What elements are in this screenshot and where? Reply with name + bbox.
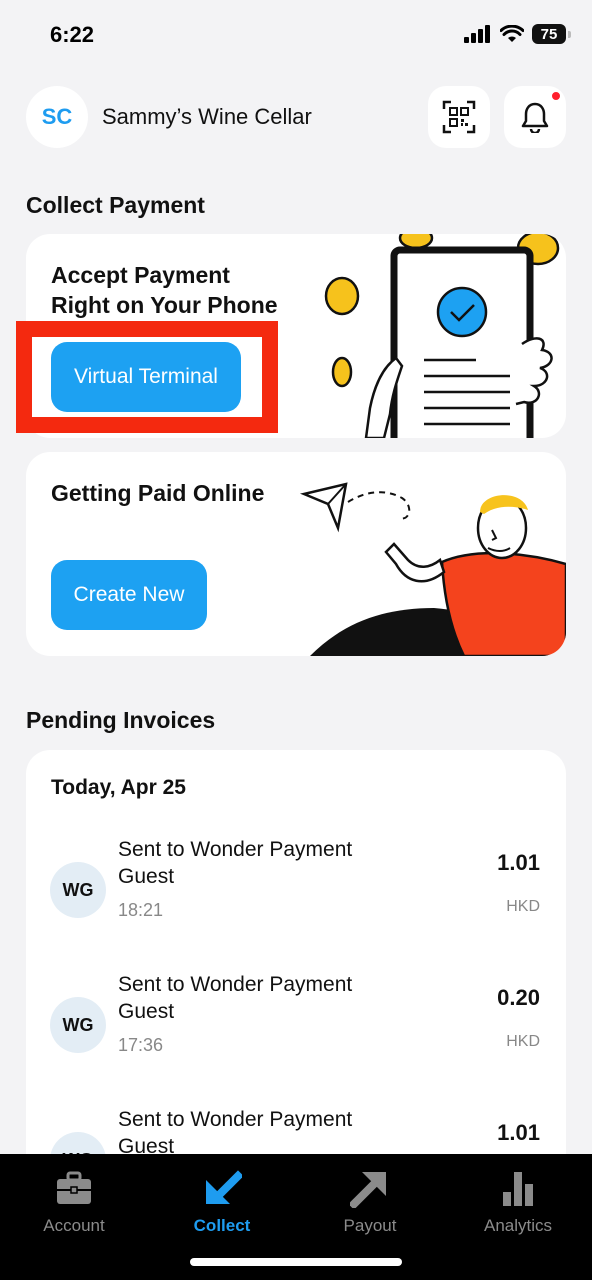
invoice-amount: 0.20 <box>497 985 540 1010</box>
invoice-desc-line2: Guest <box>118 865 175 888</box>
tab-collect[interactable]: Collect <box>148 1168 296 1248</box>
invoice-desc-line2: Guest <box>118 1000 175 1023</box>
tab-account[interactable]: Account <box>0 1168 148 1248</box>
pending-invoices-title: Pending Invoices <box>26 707 216 733</box>
invoice-avatar: WG <box>50 997 106 1053</box>
qr-scan-button[interactable] <box>428 86 490 148</box>
invoice-description: Sent to Wonder Payment Guest <box>118 971 398 1025</box>
battery-indicator: 75 <box>532 24 571 44</box>
bell-icon <box>521 102 549 133</box>
vt-heading-line1: Accept Payment <box>51 262 230 288</box>
bar-chart-icon <box>503 1172 533 1206</box>
invoice-avatar: WG <box>50 862 106 918</box>
merchant-avatar[interactable]: SC <box>26 86 88 148</box>
invoice-desc-line1: Sent to Wonder Payment <box>118 838 353 861</box>
tab-payout-label: Payout <box>343 1216 397 1235</box>
home-indicator <box>190 1258 402 1266</box>
merchant-name[interactable]: Sammy’s Wine Cellar <box>102 104 312 130</box>
virtual-terminal-highlight <box>16 321 278 433</box>
getting-paid-online-card[interactable]: Getting Paid Online Create New <box>26 452 566 656</box>
header: SC Sammy’s Wine Cellar <box>26 86 566 150</box>
tab-payout[interactable]: Payout <box>296 1168 444 1248</box>
tab-account-label: Account <box>43 1216 105 1235</box>
invoice-currency: HKD <box>506 1033 540 1050</box>
invoice-row[interactable]: WG Sent to Wonder Payment Guest 18:21 1.… <box>26 836 566 946</box>
status-icons: 75 <box>464 24 571 44</box>
invoice-description: Sent to Wonder Payment Guest <box>118 1106 398 1160</box>
online-heading: Getting Paid Online <box>51 480 265 506</box>
tab-analytics-label: Analytics <box>483 1216 553 1235</box>
briefcase-icon <box>57 1171 91 1204</box>
status-bar: 6:22 75 <box>0 0 592 72</box>
person-paper-plane-illustration <box>299 482 566 656</box>
notification-dot <box>550 90 562 102</box>
invoice-desc-line1: Sent to Wonder Payment <box>118 1108 353 1131</box>
invoice-description: Sent to Wonder Payment Guest <box>118 836 398 890</box>
tab-collect-label: Collect <box>193 1216 251 1235</box>
tab-analytics[interactable]: Analytics <box>444 1168 592 1248</box>
phone-payment-illustration <box>324 234 560 438</box>
vt-heading-line2: Right on Your Phone <box>51 292 278 318</box>
arrow-up-right-icon <box>350 1172 386 1208</box>
date-group-header: Today, Apr 25 <box>51 776 186 799</box>
invoice-desc-line1: Sent to Wonder Payment <box>118 973 353 996</box>
invoice-amount: 1.01 <box>497 1120 540 1145</box>
arrow-down-left-icon <box>206 1170 242 1204</box>
status-time: 6:22 <box>50 22 95 47</box>
invoice-time: 17:36 <box>118 1035 164 1055</box>
cellular-signal-icon <box>464 25 490 43</box>
notifications-button[interactable] <box>504 86 566 148</box>
qr-code-icon <box>442 100 476 134</box>
invoice-amount: 1.01 <box>497 850 540 875</box>
collect-payment-title: Collect Payment <box>26 192 205 218</box>
pending-invoices-list: Today, Apr 25 WG Sent to Wonder Payment … <box>26 750 566 1170</box>
invoice-row[interactable]: WG Sent to Wonder Payment Guest 17:36 0.… <box>26 971 566 1081</box>
wifi-icon <box>500 25 524 42</box>
invoice-time: 18:21 <box>118 900 164 920</box>
create-new-button[interactable]: Create New <box>51 560 207 630</box>
invoice-currency: HKD <box>506 898 540 915</box>
